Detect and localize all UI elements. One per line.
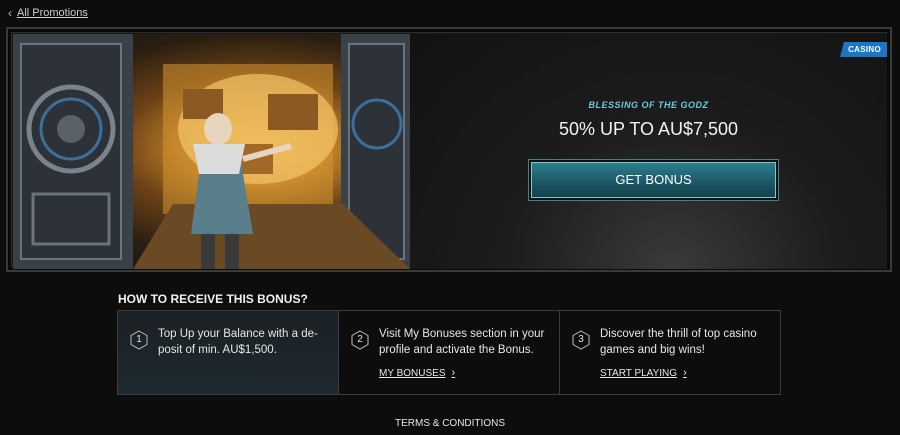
step-text: Top Up your Balance with a de-posit of m… [158,328,318,356]
chevron-left-icon: ‹ [8,6,12,20]
promo-name: BLESSING OF THE GODZ [588,100,709,110]
get-bonus-button[interactable]: GET BONUS [531,162,776,198]
my-bonuses-label: MY BONUSES [379,367,446,379]
bonus-steps: 1 Top Up your Balance with a de-posit of… [117,310,781,395]
step-number-badge: 2 [351,330,369,350]
step-text: Visit My Bonuses section in your profile… [379,328,545,356]
start-playing-label: START PLAYING [600,367,678,379]
step-number: 2 [357,334,363,345]
chevron-right-icon: › [451,367,456,379]
vault-door-warrior-art [13,34,410,269]
terms-conditions-link[interactable]: TERMS & CONDITIONS [0,418,900,429]
step-1: 1 Top Up your Balance with a de-posit of… [118,311,339,394]
step-number-badge: 1 [130,330,148,350]
my-bonuses-link[interactable]: MY BONUSES › [379,367,455,379]
promo-panel: CASINO BLESSING OF THE GODZ 50% UP TO AU… [410,34,887,269]
step-text: Discover the thrill of top casino games … [600,328,757,356]
how-to-receive-title: HOW TO RECEIVE THIS BONUS? [118,292,308,306]
hero-illustration [13,34,410,269]
chevron-right-icon: › [683,367,687,379]
casino-badge: CASINO [840,42,887,57]
all-promotions-label: All Promotions [17,7,88,19]
step-2: 2 Visit My Bonuses section in your profi… [339,311,560,394]
all-promotions-link[interactable]: ‹ All Promotions [8,7,88,19]
step-number-badge: 3 [572,330,590,350]
promo-hero: CASINO BLESSING OF THE GODZ 50% UP TO AU… [6,27,892,272]
step-3: 3 Discover the thrill of top casino game… [560,311,780,394]
start-playing-link[interactable]: START PLAYING › [600,367,687,379]
promo-title: 50% UP TO AU$7,500 [558,119,739,139]
step-number: 3 [578,334,584,345]
step-number: 1 [136,334,142,345]
